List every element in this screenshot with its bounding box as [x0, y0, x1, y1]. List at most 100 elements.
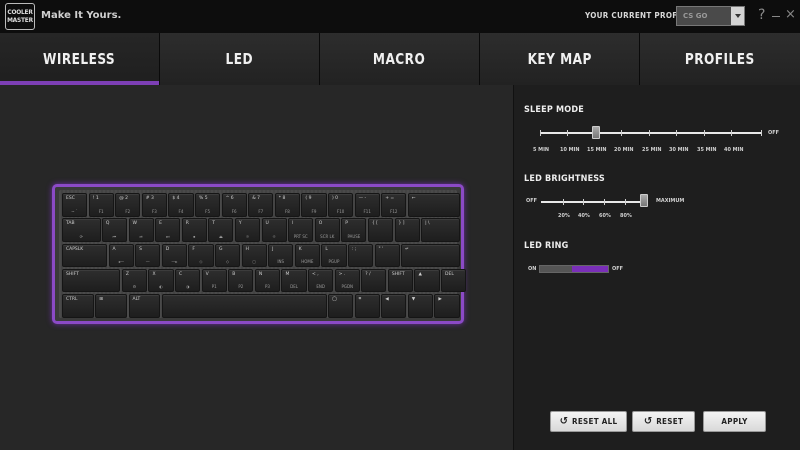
keyboard-key[interactable]: % 5 F5 [195, 193, 221, 217]
keyboard-key[interactable]: @ 2 F2 [115, 193, 141, 217]
keyboard-key[interactable]: + = F12 [381, 193, 407, 217]
keyboard-key[interactable]: A ◂— [108, 243, 134, 268]
keyboard-key[interactable]: ▲ [414, 268, 440, 293]
keyboard-key[interactable]: W ⏯ [128, 218, 154, 242]
key-sublabel: DEL [290, 284, 298, 290]
keyboard-key[interactable]: ← [407, 193, 460, 217]
led-ring-toggle[interactable] [539, 265, 609, 273]
keyboard-key[interactable]: CTRL [62, 294, 94, 318]
sleep-option-label: 10 MIN [560, 147, 580, 153]
keyboard-key[interactable]: L PGUP [321, 243, 347, 268]
keyboard-key[interactable]: $ 4 F4 [168, 193, 194, 217]
keyboard-key[interactable]: CAPSLK [62, 243, 108, 268]
reset-button[interactable]: ↺ RESET [632, 411, 695, 432]
keyboard-key[interactable]: ◯ [328, 294, 354, 318]
key-label: # 3 [145, 196, 154, 201]
tab-label: PROFILES [685, 50, 755, 68]
close-icon[interactable]: × [785, 7, 796, 22]
keyboard-key[interactable]: ! 1 F1 [88, 193, 114, 217]
keyboard-key[interactable]: R ⏹ [181, 218, 207, 242]
keyboard-key[interactable]: Y ☼ [234, 218, 261, 242]
keyboard-key[interactable]: ↵ [401, 243, 460, 268]
keyboard-key[interactable]: H ◻ [241, 243, 267, 268]
tab-wireless[interactable]: WIRELESS [0, 33, 160, 85]
keyboard-key[interactable]: " ' [374, 243, 400, 268]
keyboard-key[interactable]: Q ⏮ [101, 218, 128, 242]
keyboard-key[interactable]: { [ [367, 218, 394, 242]
led-brightness-slider-thumb[interactable] [640, 194, 648, 207]
keyboard-key[interactable]: G ◇ [214, 243, 241, 268]
tab-led[interactable]: LED [160, 33, 320, 85]
keyboard-key[interactable]: SHIFT [387, 268, 414, 293]
profile-select-value: CS GO [683, 12, 708, 20]
keyboard-key[interactable]: ▼ [407, 294, 433, 318]
key-label: > . [338, 271, 346, 277]
sleep-mode-slider-track[interactable] [540, 132, 762, 134]
key-label: H [245, 246, 249, 252]
keyboard-key[interactable]: T ⏏ [208, 218, 234, 242]
keyboard-key[interactable]: ( 9 F9 [301, 193, 327, 217]
keyboard-key[interactable]: DEL [441, 268, 467, 293]
keyboard-key[interactable]: SHIFT [62, 268, 121, 293]
sleep-option-label: OFF [768, 130, 779, 136]
keyboard-key[interactable]: ⌗ [354, 294, 380, 318]
tab-key-map[interactable]: KEY MAP [480, 33, 640, 85]
keyboard-key[interactable]: C ◑ [175, 268, 201, 293]
key-label: ALT [132, 297, 141, 303]
keyboard-key[interactable]: K HOME [294, 243, 320, 268]
sleep-mode-slider-thumb[interactable] [592, 126, 600, 139]
keyboard-key[interactable]: F ◇ [188, 243, 214, 268]
keyboard-key[interactable]: S — [135, 243, 161, 268]
keyboard-key[interactable]: ESC ~ ` [62, 193, 88, 217]
keyboard-key[interactable]: V P1 [201, 268, 227, 293]
tab-macro[interactable]: MACRO [320, 33, 480, 85]
keyboard-key[interactable]: & 7 F7 [248, 193, 274, 217]
keyboard-key[interactable]: : ; [347, 243, 374, 268]
tab-profiles[interactable]: PROFILES [640, 33, 800, 85]
key-label: B [232, 271, 236, 277]
keyboard-key[interactable]: | \ [421, 218, 460, 242]
led-brightness-slider-track[interactable] [541, 201, 646, 203]
keyboard-key[interactable]: > . PGDN [334, 268, 360, 293]
keyboard-key[interactable]: ? / [361, 268, 387, 293]
keyboard-key[interactable]: < , END [308, 268, 334, 293]
keyboard-key[interactable]: — - F11 [354, 193, 380, 217]
keyboard-key[interactable]: ALT [128, 294, 161, 318]
keyboard-key[interactable]: ◀ [381, 294, 407, 318]
keyboard-key[interactable]: D —▸ [161, 243, 187, 268]
key-label: L [325, 246, 328, 252]
keyboard-key[interactable]: ⊞ [95, 294, 128, 318]
keyboard-key[interactable]: X ◐ [148, 268, 174, 293]
keyboard-key[interactable]: O SCR LK [314, 218, 340, 242]
keyboard-key[interactable]: B P2 [228, 268, 254, 293]
minimize-icon[interactable] [772, 16, 780, 17]
keyboard-key[interactable]: * 8 F8 [274, 193, 300, 217]
apply-button[interactable]: APPLY [703, 411, 766, 432]
keyboard-key[interactable]: } ] [394, 218, 420, 242]
profile-select[interactable]: CS GO [676, 6, 745, 26]
key-label: S [139, 246, 142, 252]
key-label: < , [312, 271, 319, 277]
key-sublabel: — [145, 259, 150, 265]
keyboard-key[interactable]: TAB ⟳ [62, 218, 101, 242]
keyboard-key[interactable]: N P3 [254, 268, 281, 293]
keyboard-key[interactable]: E ⏭ [155, 218, 181, 242]
keyboard-key[interactable]: J INS [268, 243, 294, 268]
keyboard-key[interactable]: I PRT SC [288, 218, 314, 242]
keyboard-key[interactable]: ^ 6 F6 [221, 193, 247, 217]
reset-all-button[interactable]: ↺ RESET ALL [550, 411, 627, 432]
keyboard-key[interactable]: P PAUSE [341, 218, 367, 242]
chevron-down-icon[interactable] [731, 7, 744, 25]
keyboard-key[interactable]: U ☼ [261, 218, 287, 242]
keyboard-key[interactable]: # 3 F3 [141, 193, 167, 217]
current-profile-label: YOUR CURRENT PROFILE [585, 11, 691, 20]
keyboard-key[interactable]: ) 0 F10 [328, 193, 354, 217]
keyboard-key[interactable]: Z ⚙ [121, 268, 148, 293]
key-label: } ] [398, 221, 405, 227]
keyboard-key[interactable]: ▶ [434, 294, 460, 318]
sleep-option-label: 30 MIN [669, 147, 689, 153]
key-label: O [318, 221, 323, 227]
help-icon[interactable]: ? [758, 7, 765, 23]
keyboard-key[interactable]: M DEL [281, 268, 307, 293]
keyboard-key[interactable] [161, 294, 327, 318]
